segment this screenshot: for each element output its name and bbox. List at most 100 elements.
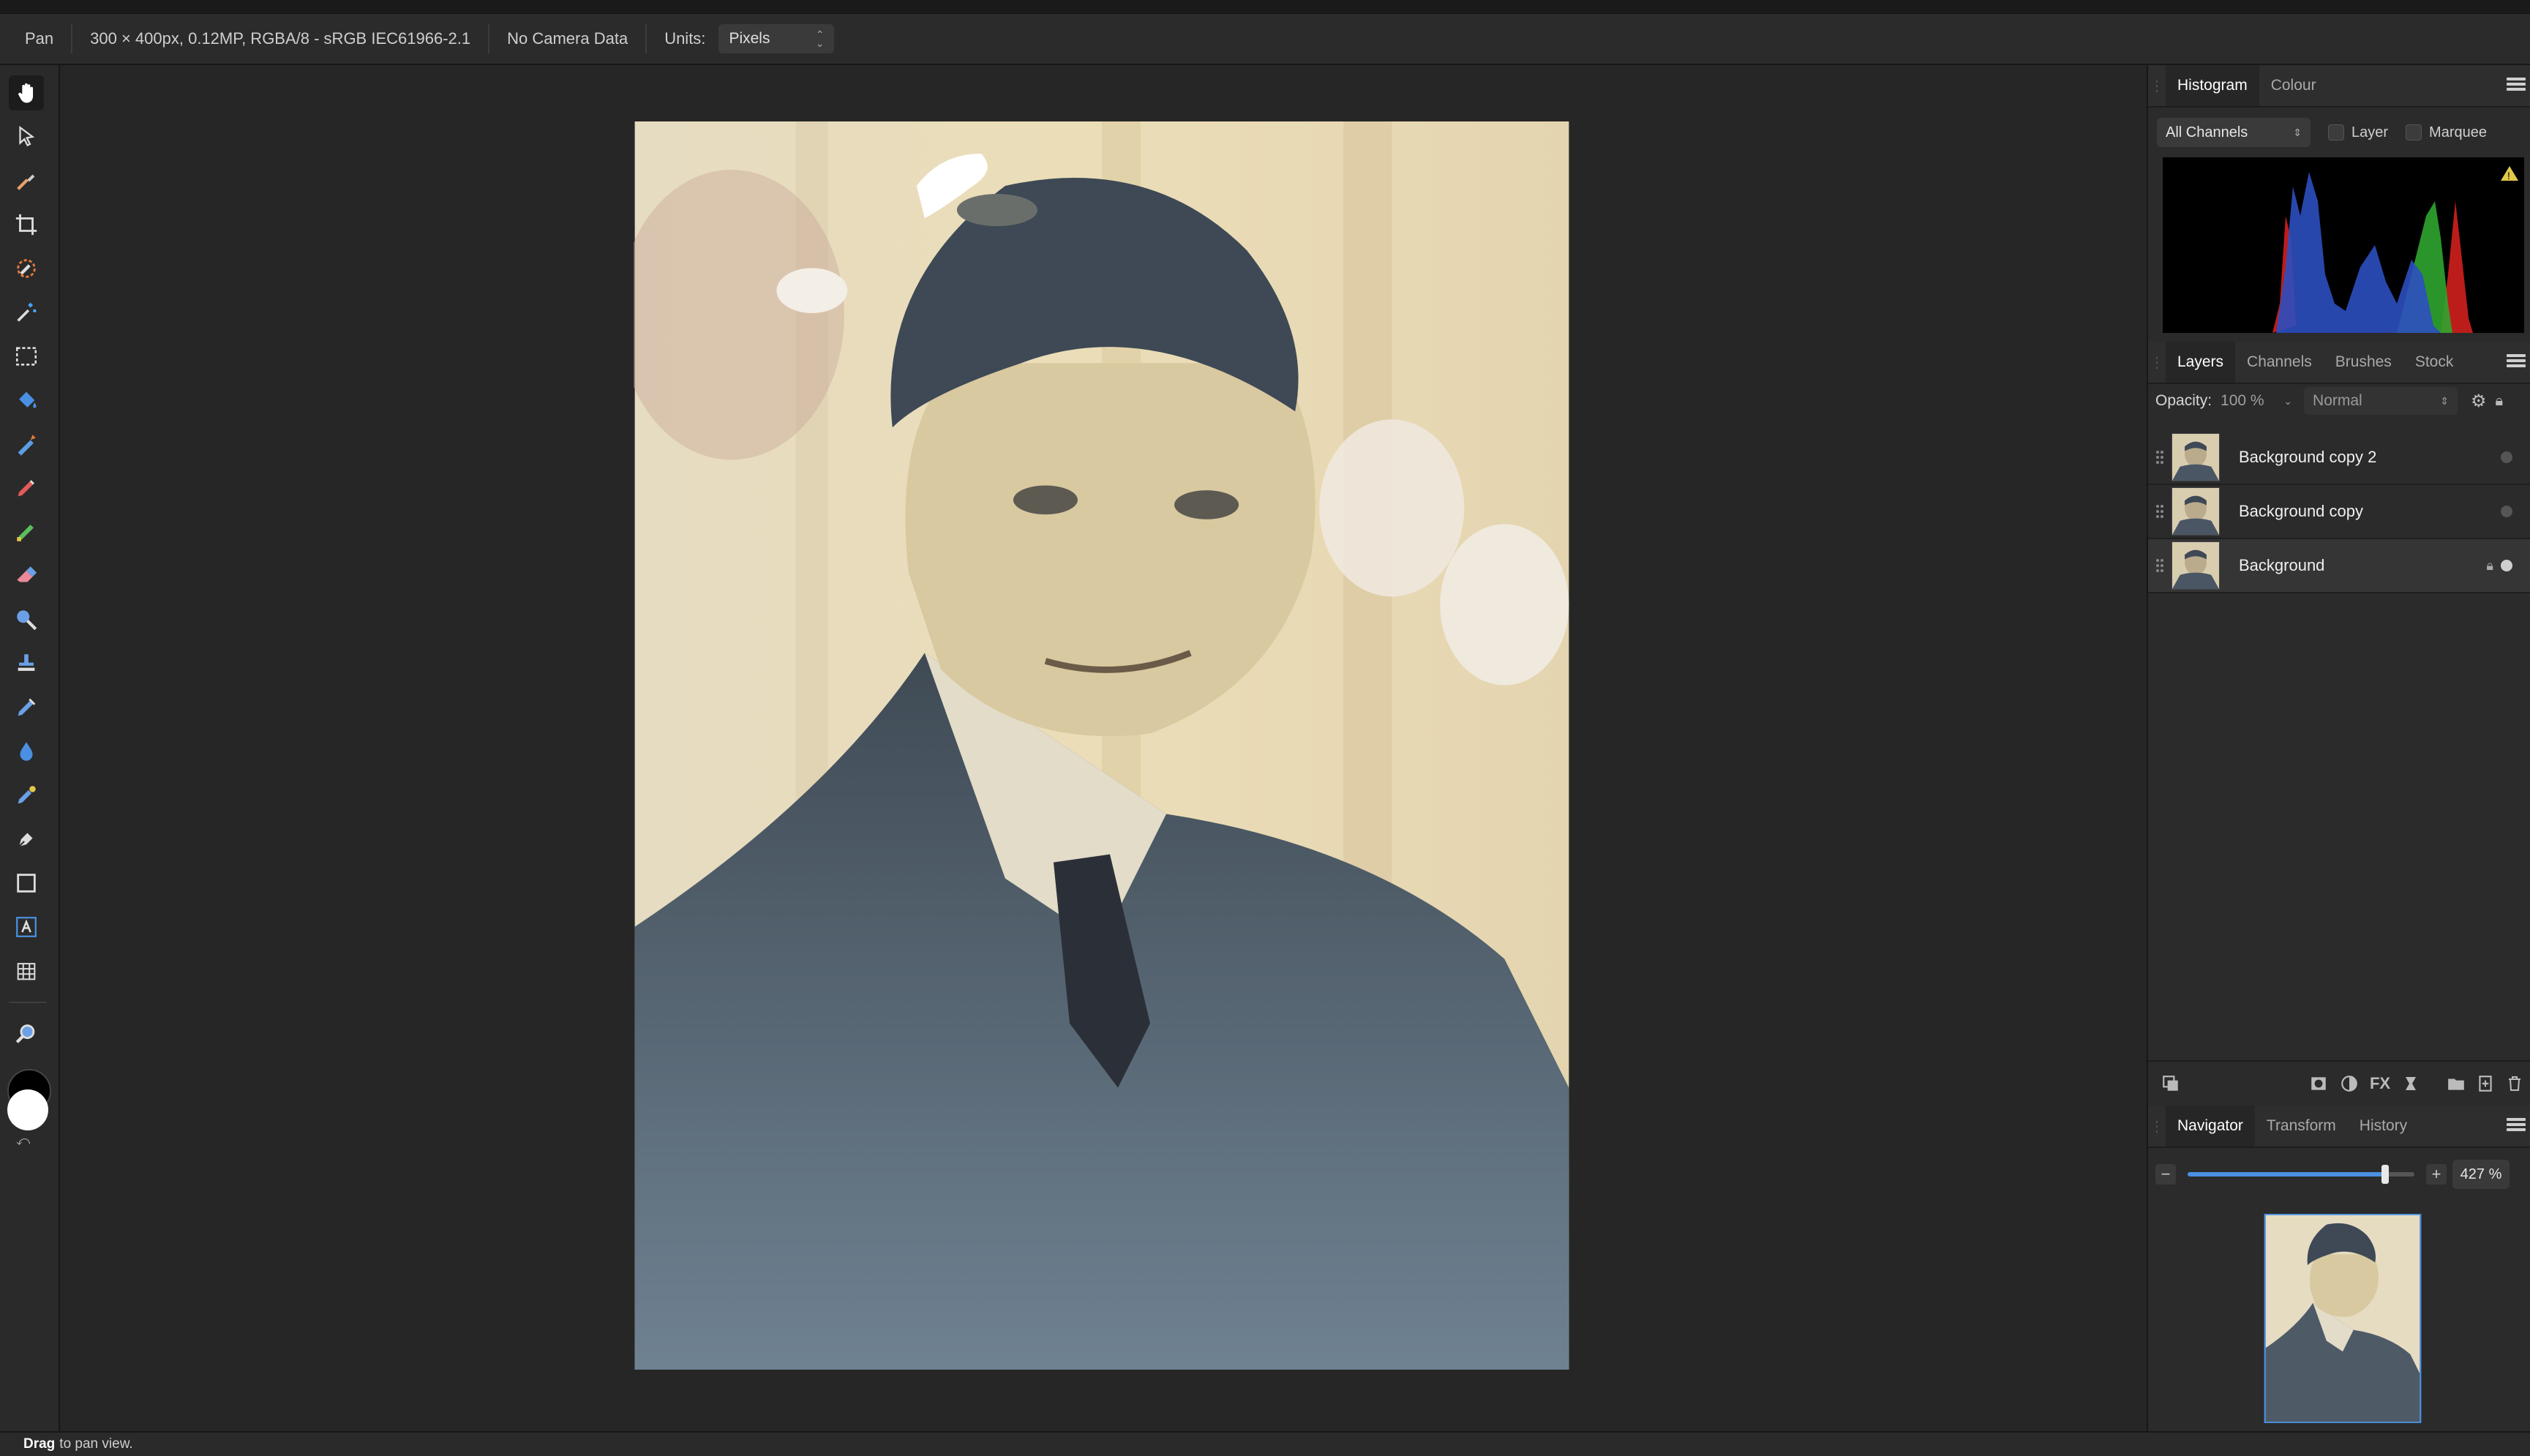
status-action: Drag <box>23 1436 56 1452</box>
lock-icon[interactable]: 🔒︎ <box>2496 393 2504 410</box>
opacity-field[interactable]: 100 % ⌄ <box>2221 388 2297 414</box>
pixel-brush-icon[interactable] <box>9 514 44 549</box>
swap-colors-icon[interactable]: ⤺ <box>16 1133 30 1149</box>
camera-info[interactable]: No Camera Data <box>489 24 647 53</box>
move-arrow-icon[interactable] <box>9 119 44 154</box>
hand-icon[interactable] <box>9 75 44 110</box>
paint-brush-icon[interactable] <box>9 470 44 506</box>
layer-row[interactable]: Background 🔒︎ <box>2148 539 2530 593</box>
units-dropdown[interactable]: Pixels ⌃ ⌄ <box>718 24 835 53</box>
zoom-slider-fill <box>2188 1172 2385 1177</box>
zoom-icon[interactable] <box>9 1016 44 1051</box>
navigator-panel-tabs: ⋮ Navigator Transform History <box>2148 1106 2530 1148</box>
document-info[interactable]: 300 × 400px, 0.12MP, RGBA/8 - sRGB IEC61… <box>72 24 490 53</box>
zoom-slider[interactable] <box>2188 1163 2414 1185</box>
tab-history[interactable]: History <box>2348 1106 2419 1147</box>
zoom-in-icon[interactable]: + <box>2426 1164 2447 1185</box>
marquee-checkbox[interactable]: Marquee <box>2406 124 2487 141</box>
blend-mode-dropdown[interactable]: Normal ⇕ <box>2304 387 2458 415</box>
tab-brushes[interactable]: Brushes <box>2324 342 2403 383</box>
adjustment-icon[interactable] <box>2337 1071 2362 1096</box>
checkbox-box[interactable] <box>2406 124 2422 140</box>
blend-mode-value: Normal <box>2313 392 2362 409</box>
histogram-panel-tabs: ⋮ Histogram Colour <box>2148 65 2530 108</box>
layer-name: Background <box>2239 556 2325 574</box>
selection-brush-icon[interactable] <box>9 251 44 286</box>
trash-icon[interactable] <box>2502 1071 2527 1096</box>
tab-stock[interactable]: Stock <box>2403 342 2466 383</box>
toolbar-divider <box>9 1002 47 1003</box>
layer-thumbnail <box>2171 433 2220 481</box>
healing-brush-icon[interactable] <box>9 690 44 725</box>
channel-value: All Channels <box>2166 124 2248 140</box>
panel-menu-icon[interactable] <box>2507 352 2526 371</box>
document-photo[interactable] <box>634 121 1570 1370</box>
updown-arrows-icon: ⇕ <box>2293 126 2302 138</box>
layer-thumbnail <box>2171 541 2220 590</box>
warning-triangle-icon: ! <box>2507 170 2510 181</box>
clone-stamp-icon[interactable] <box>9 646 44 681</box>
zoom-value-field[interactable]: 427 % <box>2452 1160 2510 1189</box>
layer-controls: Opacity: 100 % ⌄ Normal ⇕ ⚙ 🔒︎ <box>2155 384 2526 418</box>
layer-checkbox-label: Layer <box>2351 124 2389 140</box>
layer-drag-handle-icon[interactable] <box>2148 558 2171 574</box>
marquee-icon[interactable] <box>9 339 44 374</box>
zoom-slider-handle[interactable] <box>2381 1165 2389 1184</box>
tab-navigator[interactable]: Navigator <box>2166 1106 2255 1147</box>
units-value: Pixels <box>729 30 770 47</box>
background-color-swatch[interactable] <box>7 1089 48 1130</box>
group-folder-icon[interactable] <box>2444 1071 2469 1096</box>
canvas-area[interactable] <box>60 65 2145 1431</box>
chevron-down-icon: ⌄ <box>2283 394 2293 407</box>
tab-colour[interactable]: Colour <box>2259 65 2328 106</box>
layer-checkbox[interactable]: Layer <box>2328 124 2388 141</box>
gear-icon[interactable]: ⚙ <box>2471 391 2487 412</box>
visibility-dot-icon[interactable] <box>2501 451 2512 463</box>
tab-layers[interactable]: Layers <box>2166 342 2236 383</box>
layer-row[interactable]: Background copy <box>2148 485 2530 539</box>
tab-histogram[interactable]: Histogram <box>2166 65 2259 106</box>
erase-brush-icon[interactable] <box>9 558 44 593</box>
opacity-label: Opacity: <box>2155 392 2212 409</box>
layer-name: Background copy 2 <box>2239 448 2377 466</box>
visibility-dot-icon[interactable] <box>2501 560 2512 571</box>
channel-dropdown[interactable]: All Channels ⇕ <box>2157 118 2311 147</box>
add-pixel-layer-icon[interactable] <box>2473 1071 2498 1096</box>
layer-drag-handle-icon[interactable] <box>2148 503 2171 519</box>
tools-panel: ⤺ <box>0 65 60 1431</box>
panel-grip-icon[interactable]: ⋮ <box>2148 77 2166 95</box>
layer-name: Background copy <box>2239 502 2363 520</box>
dodge-icon[interactable] <box>9 602 44 637</box>
pen-icon[interactable] <box>9 822 44 857</box>
layer-options-icon[interactable] <box>2158 1071 2183 1096</box>
layer-drag-handle-icon[interactable] <box>2148 449 2171 465</box>
lock-icon[interactable]: 🔒︎ <box>2486 558 2493 574</box>
tab-transform[interactable]: Transform <box>2255 1106 2348 1147</box>
panel-menu-icon[interactable] <box>2507 75 2526 94</box>
title-strip <box>0 0 2530 14</box>
marquee-checkbox-label: Marquee <box>2429 124 2487 140</box>
zoom-out-icon[interactable]: − <box>2155 1164 2176 1185</box>
units-group: Units: Pixels ⌃ ⌄ <box>647 24 852 53</box>
flood-fill-icon[interactable] <box>9 383 44 418</box>
crop-icon[interactable] <box>9 207 44 242</box>
navigator-preview[interactable] <box>2264 1214 2422 1423</box>
panel-menu-icon[interactable] <box>2507 1116 2526 1135</box>
rectangle-icon[interactable] <box>9 866 44 901</box>
mesh-warp-icon[interactable] <box>9 953 44 988</box>
inpaint-icon[interactable] <box>9 778 44 813</box>
blur-icon[interactable] <box>9 734 44 769</box>
checkbox-box[interactable] <box>2328 124 2344 140</box>
fx-icon[interactable]: FX <box>2368 1071 2392 1096</box>
layer-row[interactable]: Background copy 2 <box>2148 431 2530 485</box>
gradient-icon[interactable] <box>9 427 44 462</box>
panel-grip-icon[interactable]: ⋮ <box>2148 1117 2166 1136</box>
live-filter-icon[interactable] <box>2398 1071 2423 1096</box>
text-icon[interactable] <box>9 909 44 945</box>
magic-wand-icon[interactable] <box>9 295 44 330</box>
tab-channels[interactable]: Channels <box>2235 342 2324 383</box>
visibility-dot-icon[interactable] <box>2501 506 2512 517</box>
color-picker-icon[interactable] <box>9 163 44 198</box>
mask-icon[interactable] <box>2306 1071 2331 1096</box>
panel-grip-icon[interactable]: ⋮ <box>2148 353 2166 372</box>
